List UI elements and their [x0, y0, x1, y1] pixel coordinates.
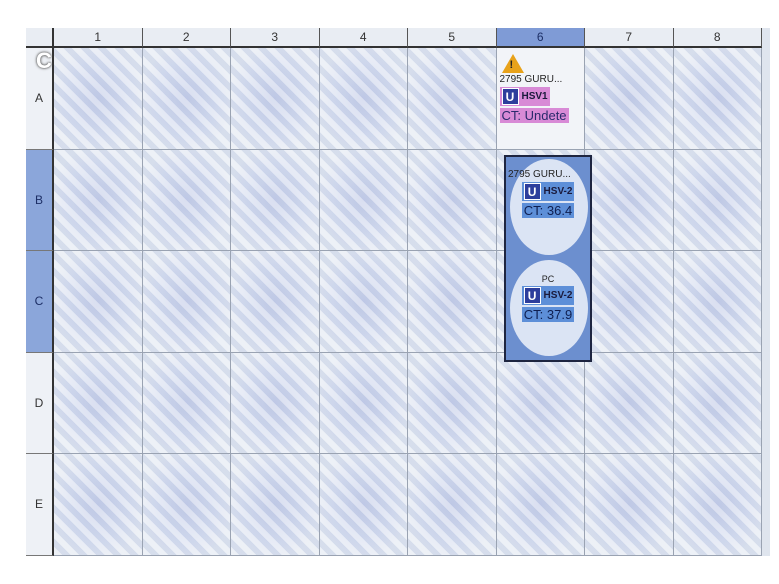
- well-b6-ct: CT: 36.4: [521, 203, 575, 218]
- panel-label: C: [36, 48, 52, 73]
- column-header-4[interactable]: 4: [319, 28, 408, 48]
- well-c6-ct: CT: 37.9: [521, 307, 575, 322]
- well-b6[interactable]: 2795 GURU... U HSV-2 CT: 36.4: [506, 157, 590, 257]
- unknown-badge: U: [501, 88, 519, 105]
- well-a3[interactable]: [231, 48, 320, 150]
- well-a8[interactable]: [673, 48, 762, 150]
- well-a7[interactable]: [585, 48, 674, 150]
- column-header-6[interactable]: 6: [496, 28, 585, 48]
- well-a2[interactable]: [142, 48, 231, 150]
- well-b2[interactable]: [142, 149, 231, 251]
- well-b1[interactable]: [54, 149, 143, 251]
- well-b5[interactable]: [408, 149, 497, 251]
- unknown-badge: U: [523, 183, 541, 200]
- column-header-8[interactable]: 8: [673, 28, 762, 48]
- well-e3[interactable]: [231, 454, 320, 556]
- well-a6-ct: CT: Undete: [499, 108, 569, 123]
- plate-photo: C 1 2 3 4 5 6 7 8 A ! 2795 GURU... U HSV…: [26, 28, 770, 556]
- well-e7[interactable]: [585, 454, 674, 556]
- well-c4[interactable]: [319, 251, 408, 353]
- well-c1[interactable]: [54, 251, 143, 353]
- well-a6-target-row: U HSV1: [499, 87, 550, 106]
- well-b7[interactable]: [585, 149, 674, 251]
- column-header-1[interactable]: 1: [54, 28, 143, 48]
- well-d8[interactable]: [673, 352, 762, 454]
- well-c8[interactable]: [673, 251, 762, 353]
- well-c5[interactable]: [408, 251, 497, 353]
- column-header-7[interactable]: 7: [585, 28, 674, 48]
- well-e4[interactable]: [319, 454, 408, 556]
- well-b3[interactable]: [231, 149, 320, 251]
- column-header-2[interactable]: 2: [142, 28, 231, 48]
- well-a5[interactable]: [408, 48, 497, 150]
- column-header-5[interactable]: 5: [408, 28, 497, 48]
- well-b6-target-row: U HSV-2: [521, 182, 575, 201]
- well-c3[interactable]: [231, 251, 320, 353]
- well-a6-sample: 2795 GURU...: [499, 74, 563, 85]
- well-c6-sample: PC: [541, 274, 555, 284]
- well-d7[interactable]: [585, 352, 674, 454]
- well-c6-target: HSV-2: [543, 290, 573, 301]
- row-header-c[interactable]: C: [26, 251, 54, 353]
- well-d4[interactable]: [319, 352, 408, 454]
- well-d2[interactable]: [142, 352, 231, 454]
- row-header-e[interactable]: E: [26, 454, 54, 556]
- well-b6-target: HSV-2: [543, 186, 573, 197]
- well-b4[interactable]: [319, 149, 408, 251]
- column-header-3[interactable]: 3: [231, 28, 320, 48]
- well-c6-target-row: U HSV-2: [521, 286, 575, 305]
- selected-wells-b6-c6[interactable]: 2795 GURU... U HSV-2 CT: 36.4 PC U HSV-2…: [504, 155, 592, 362]
- well-e8[interactable]: [673, 454, 762, 556]
- well-e5[interactable]: [408, 454, 497, 556]
- well-d3[interactable]: [231, 352, 320, 454]
- well-d6[interactable]: [496, 352, 585, 454]
- grid-corner: [26, 28, 54, 48]
- well-a1[interactable]: [54, 48, 143, 150]
- well-e2[interactable]: [142, 454, 231, 556]
- well-e6[interactable]: [496, 454, 585, 556]
- row-header-d[interactable]: D: [26, 352, 54, 454]
- well-c6[interactable]: PC U HSV-2 CT: 37.9: [506, 258, 590, 358]
- unknown-badge: U: [523, 287, 541, 304]
- warning-triangle-icon: !: [501, 54, 524, 73]
- well-e1[interactable]: [54, 454, 143, 556]
- row-header-b[interactable]: B: [26, 149, 54, 251]
- well-a6[interactable]: ! 2795 GURU... U HSV1 CT: Undete: [496, 48, 585, 150]
- well-c2[interactable]: [142, 251, 231, 353]
- well-d5[interactable]: [408, 352, 497, 454]
- well-b6-sample: 2795 GURU...: [508, 169, 571, 180]
- well-a4[interactable]: [319, 48, 408, 150]
- well-a6-target: HSV1: [521, 91, 548, 102]
- well-d1[interactable]: [54, 352, 143, 454]
- plate-grid: 1 2 3 4 5 6 7 8 A ! 2795 GURU... U HSV1 …: [26, 28, 770, 556]
- well-c7[interactable]: [585, 251, 674, 353]
- well-b8[interactable]: [673, 149, 762, 251]
